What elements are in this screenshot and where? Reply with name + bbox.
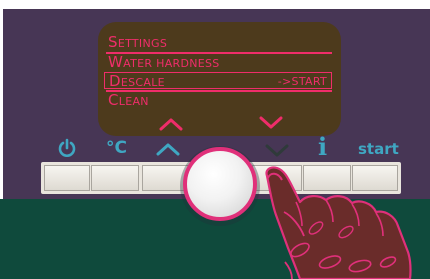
hand-icon [265, 166, 412, 279]
coffee-machine-control-panel: SETTINGS WATER HARDNESS DESCALE ->START … [0, 0, 430, 279]
